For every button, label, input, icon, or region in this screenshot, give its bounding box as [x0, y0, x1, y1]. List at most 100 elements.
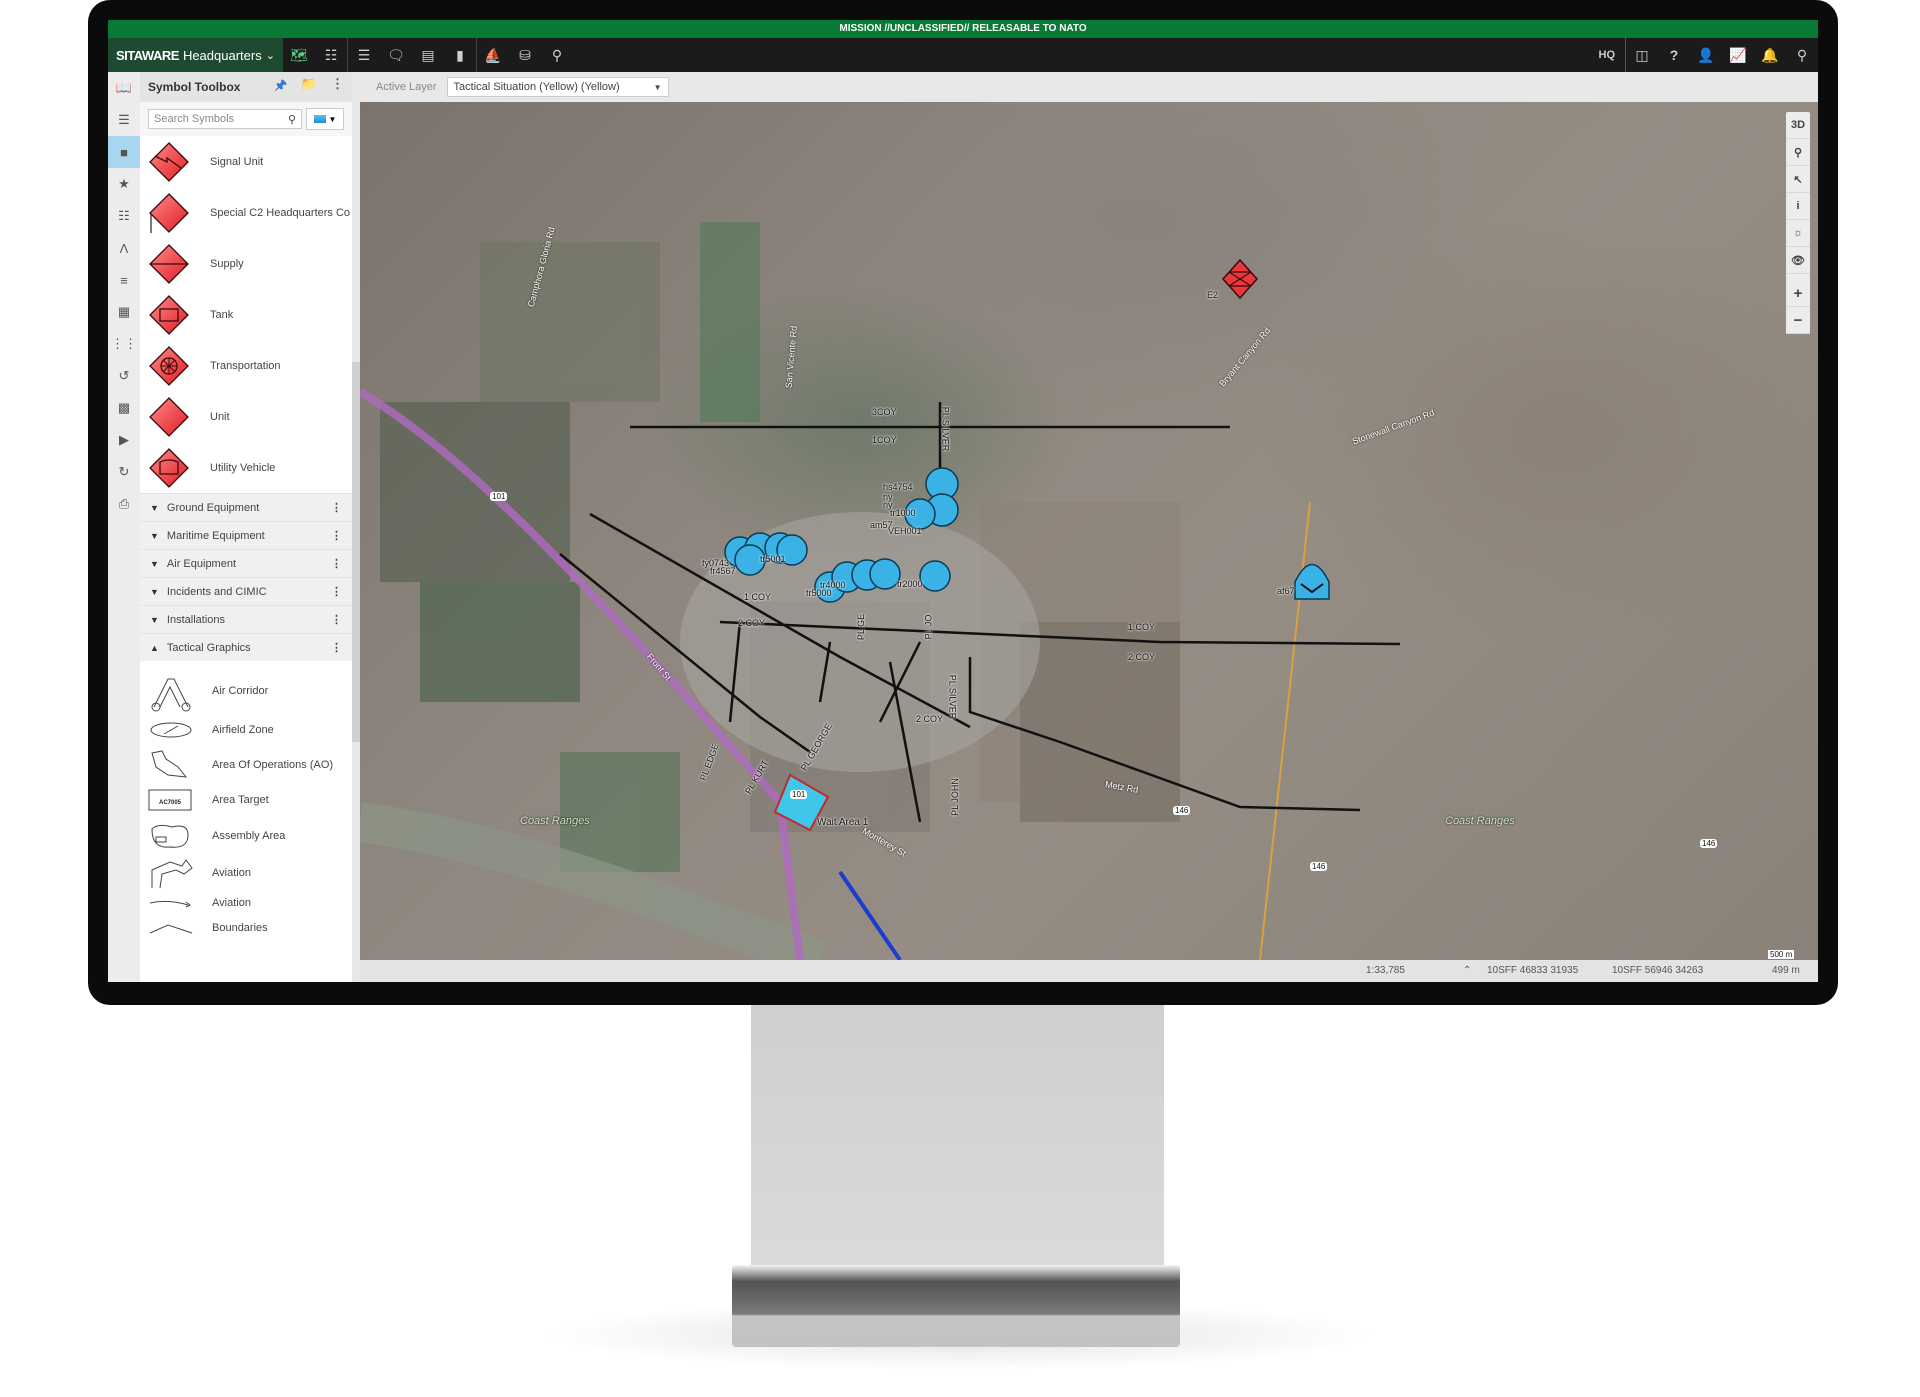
chat-icon[interactable]: 🗨 — [380, 38, 412, 72]
visibility-icon[interactable]: 👁 — [1786, 247, 1810, 274]
notebook-icon[interactable]: ▮ — [444, 38, 476, 72]
replay-icon[interactable]: ↻ — [108, 456, 140, 488]
3d-toggle-button[interactable]: 3D — [1786, 112, 1810, 139]
favorites-icon[interactable]: ★ — [108, 168, 140, 200]
document-icon[interactable]: ▤ — [412, 38, 444, 72]
ship-icon[interactable]: ⛵ — [477, 38, 509, 72]
split-view-icon[interactable]: ◫ — [1626, 38, 1658, 72]
pin-icon[interactable]: 🖈 — [275, 76, 287, 98]
search-icon[interactable]: ⚲ — [541, 38, 573, 72]
navigation-icon[interactable]: Λ — [108, 232, 140, 264]
org-chart-icon[interactable]: ☷ — [108, 200, 140, 232]
zoom-out-icon[interactable]: − — [1786, 307, 1810, 334]
tactical-graphic-label: Aviation — [212, 897, 251, 909]
map-icon[interactable]: 🗺 — [283, 38, 315, 72]
symbol-item[interactable]: Supply — [140, 238, 352, 289]
more-options-icon[interactable]: ⋮ — [331, 585, 342, 598]
phase-line-label: PL GE — [856, 613, 867, 641]
active-layer-dropdown[interactable]: Tactical Situation (Yellow) (Yellow) ▼ — [446, 77, 669, 97]
user-icon[interactable]: 👤 — [1690, 38, 1722, 72]
search-icon[interactable]: ⚲ — [1786, 38, 1818, 72]
tactical-graphic-label: Area Of Operations (AO) — [212, 759, 334, 771]
folder-icon[interactable]: 📁 — [301, 76, 317, 98]
category-label: Installations — [166, 613, 226, 626]
color-swatch — [313, 115, 326, 123]
forms-icon[interactable]: ▦ — [108, 296, 140, 328]
symbol-item[interactable]: Transportation — [140, 340, 352, 391]
search-symbols-input[interactable]: Search Symbols ⚲ — [148, 109, 302, 129]
friendly-air-unit[interactable] — [1294, 563, 1330, 600]
zoom-area-icon[interactable]: ⚲ — [1786, 139, 1810, 166]
history-icon[interactable]: ↺ — [108, 360, 140, 392]
category-header[interactable]: ▼ Incidents and CIMIC ⋮ — [140, 577, 352, 605]
stack-icon[interactable]: ≡ — [108, 264, 140, 296]
more-options-icon[interactable]: ⋮ — [331, 501, 342, 514]
panel-scrollbar[interactable] — [352, 72, 360, 982]
hq-indicator[interactable]: HQ — [1589, 38, 1626, 72]
database-search-icon[interactable]: ⛁ — [509, 38, 541, 72]
category-header[interactable]: ▼ Installations ⋮ — [140, 605, 352, 633]
phase-line-label: PL SILVER — [947, 674, 958, 720]
map-canvas[interactable]: 3COY 1COY 1 COY 2 COY 1 COY 2 COY 2 COY … — [360, 102, 1818, 960]
symbol-label: Utility Vehicle — [210, 461, 276, 474]
chevron-up-icon[interactable]: ⌃ — [1463, 965, 1471, 976]
unit-label: tr5000 — [806, 588, 832, 598]
video-icon[interactable]: ▶ — [108, 424, 140, 456]
tactical-graphic-item[interactable]: Aviation — [140, 891, 352, 915]
zoom-in-icon[interactable]: + — [1786, 280, 1810, 307]
select-icon[interactable]: ↖ — [1786, 166, 1810, 193]
symbol-label: Special C2 Headquarters Co — [210, 206, 351, 219]
unit-symbol-list: Signal Unit Special C2 Headquarters Co S… — [140, 136, 352, 493]
category-header[interactable]: ▼ Air Equipment ⋮ — [140, 549, 352, 577]
bell-icon[interactable]: 🔔 — [1754, 38, 1786, 72]
more-options-icon[interactable]: ⋮ — [331, 76, 344, 98]
symbol-item[interactable]: Tank — [140, 289, 352, 340]
unit-label: E2 — [1207, 290, 1219, 300]
tactical-graphic-item[interactable]: Aviation — [140, 855, 352, 891]
tactical-graphic-item[interactable]: Assembly Area — [140, 817, 352, 855]
hierarchy-icon[interactable]: ☷ — [315, 38, 347, 72]
friendly-unit[interactable] — [919, 560, 951, 592]
transportation-icon — [146, 343, 192, 389]
chevron-down-icon: ▼ — [150, 530, 159, 541]
category-header[interactable]: ▼ Ground Equipment ⋮ — [140, 493, 352, 521]
more-options-icon[interactable]: ⋮ — [331, 529, 342, 542]
search-icon[interactable]: ⚲ — [288, 113, 296, 126]
tactical-graphic-item[interactable]: AC7005 Area Target — [140, 783, 352, 817]
layers-list-icon[interactable]: ☰ — [348, 38, 380, 72]
print-icon[interactable]: ⎙ — [108, 488, 140, 520]
tactical-graphic-label: Assembly Area — [212, 830, 286, 842]
friendly-unit[interactable] — [869, 558, 901, 590]
left-rail: 📖 ☰ ■ ★ ☷ Λ ≡ ▦ ⋮⋮ ↺ ▩ ▶ ↻ ⎙ — [108, 72, 141, 982]
category-header[interactable]: ▼ Maritime Equipment ⋮ — [140, 521, 352, 549]
symbol-item[interactable]: Unit — [140, 391, 352, 442]
more-options-icon[interactable]: ⋮ — [331, 641, 342, 654]
info-icon[interactable]: i — [1786, 193, 1810, 220]
symbol-item[interactable]: Special C2 Headquarters Co — [140, 187, 352, 238]
help-icon[interactable]: ? — [1658, 38, 1690, 72]
route-line — [838, 870, 902, 960]
phase-line-label: PL JO — [923, 614, 934, 640]
map-book-icon[interactable]: 📖 — [108, 72, 140, 104]
tactical-graphic-item[interactable]: Airfield Zone — [140, 713, 352, 747]
tactical-graphic-item[interactable]: Area Of Operations (AO) — [140, 747, 352, 783]
brightness-icon[interactable]: ☼ — [1786, 220, 1810, 247]
affiliation-color-dropdown[interactable]: ▼ — [306, 108, 344, 130]
category-header[interactable]: ▲ Tactical Graphics ⋮ — [140, 633, 352, 661]
place-label: Coast Ranges — [520, 815, 590, 827]
presentation-icon[interactable]: 📈 — [1722, 38, 1754, 72]
more-options-icon[interactable]: ⋮ — [331, 613, 342, 626]
layers-icon[interactable]: ☰ — [108, 104, 140, 136]
more-options-icon[interactable]: ⋮ — [331, 557, 342, 570]
tactical-graphic-item[interactable]: Boundaries — [140, 915, 352, 941]
symbol-item[interactable]: Utility Vehicle — [140, 442, 352, 493]
film-icon[interactable]: ▩ — [108, 392, 140, 424]
app-switcher[interactable]: SITAWARE Headquarters ⌄ — [108, 38, 283, 72]
symbols-icon[interactable]: ■ — [108, 136, 140, 168]
area-target-icon: AC7005 — [148, 788, 194, 812]
scrollbar-thumb[interactable] — [352, 362, 360, 742]
symbol-item[interactable]: Signal Unit — [140, 136, 352, 187]
tactical-graphic-item[interactable]: Air Corridor — [140, 669, 352, 713]
hostile-unit-e2[interactable] — [1221, 258, 1259, 300]
footsteps-icon[interactable]: ⋮⋮ — [108, 328, 140, 360]
